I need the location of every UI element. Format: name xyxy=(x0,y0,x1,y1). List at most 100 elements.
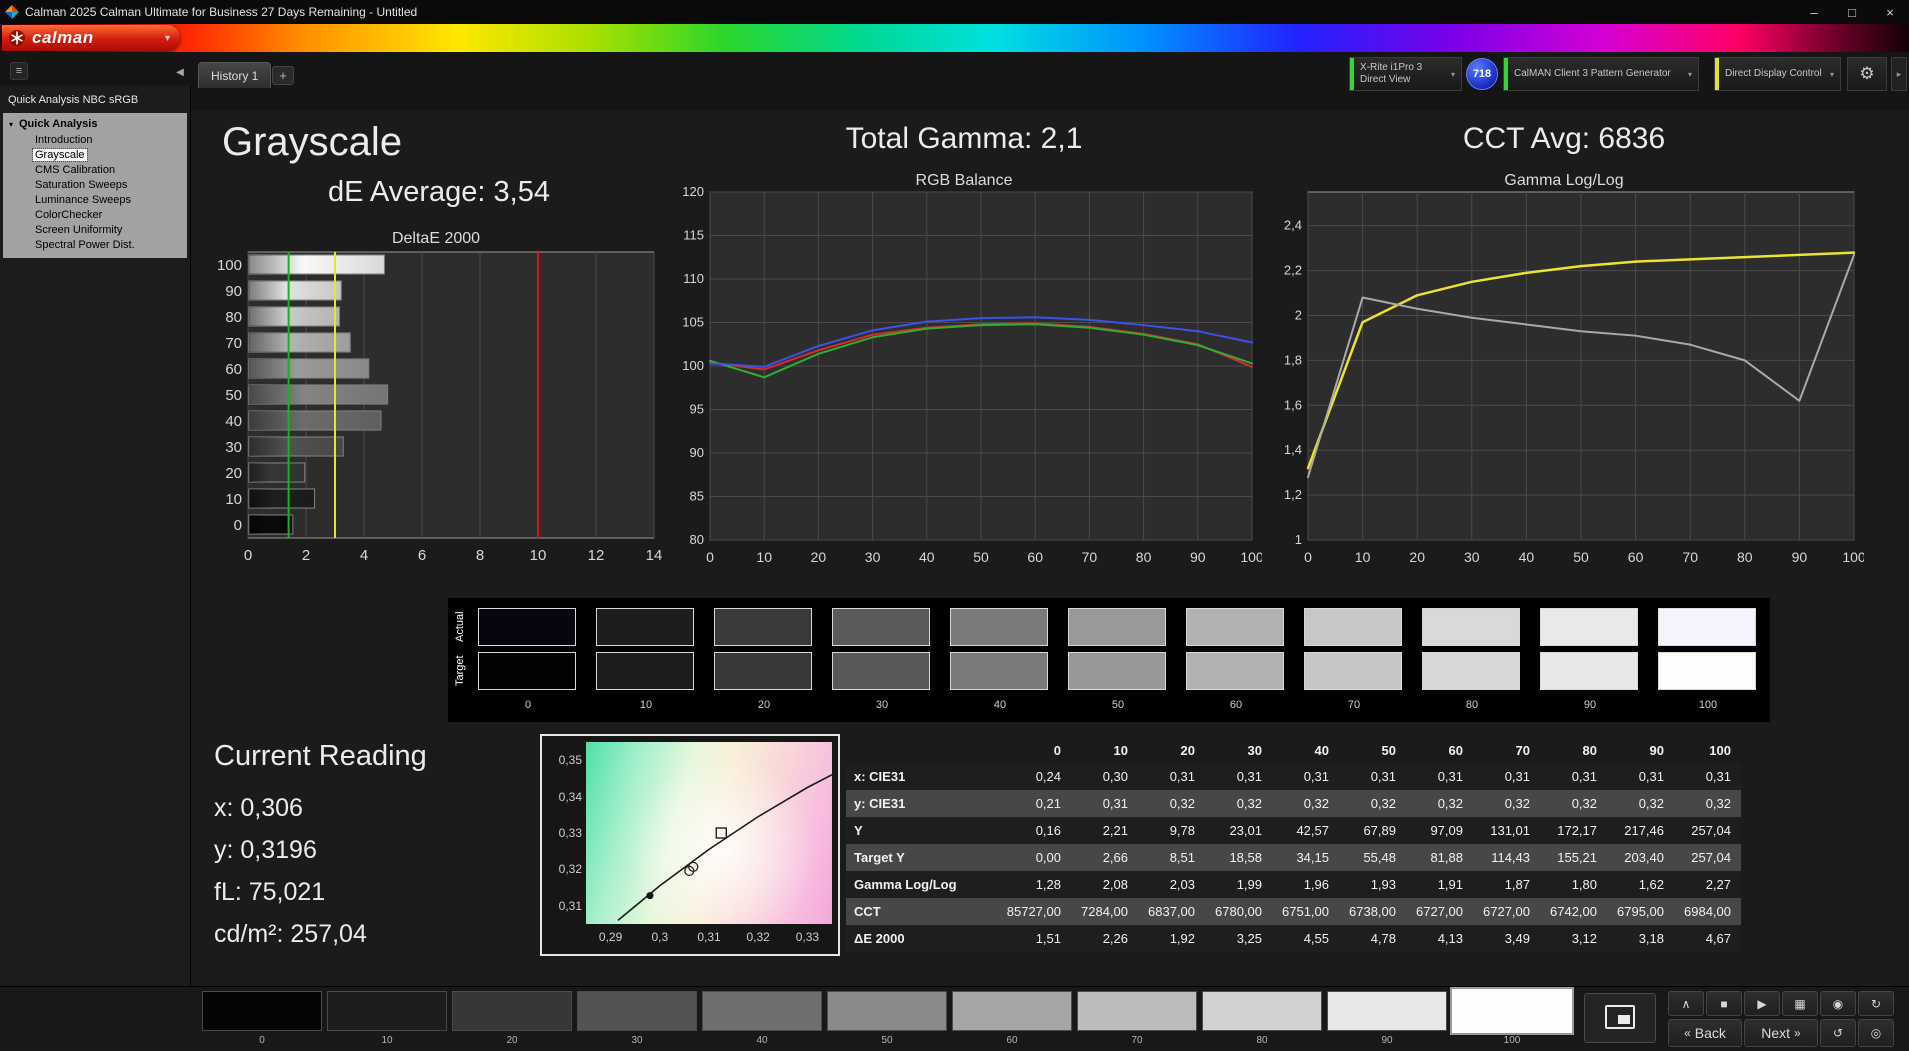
table-cell: 2,27 xyxy=(1705,877,1731,892)
back-arrows-icon: « xyxy=(1684,1026,1691,1040)
sidebar-root-quick-analysis[interactable]: ▾ Quick Analysis xyxy=(3,116,187,133)
table-row-x-cie31: x: CIE31 0,24 0,30 0,31 0,31 0,31 0,31 0,31 0,31… xyxy=(846,763,1741,790)
tab-history-1[interactable]: History 1 xyxy=(198,62,272,88)
patch-button-40[interactable]: 40 xyxy=(701,987,825,1049)
row-label: x: CIE31 xyxy=(854,769,906,784)
current-reading-panel: Current Reading x: 0,306 y: 0,3196 fL: 7… xyxy=(214,740,427,955)
chevron-down-icon: ▾ xyxy=(1829,69,1834,79)
svg-text:90: 90 xyxy=(225,283,242,300)
svg-text:80: 80 xyxy=(225,309,242,326)
play-icon[interactable]: ▶ xyxy=(1744,991,1780,1016)
svg-text:80: 80 xyxy=(1737,549,1753,565)
panel-more-button[interactable]: ▸ xyxy=(1891,57,1907,91)
maximize-button[interactable]: □ xyxy=(1833,0,1871,24)
gamma-loglog-chart: 2,4 2,2 2 1,8 1,6 1,4 1,2 10 10 20 30 40 50 60 70 80 90 1… xyxy=(1284,191,1864,565)
patch-button-0[interactable]: 0 xyxy=(201,987,325,1049)
sidebar-item-screen-uniformity[interactable]: Screen Uniformity xyxy=(3,223,187,238)
record-icon[interactable]: ◉ xyxy=(1820,991,1856,1016)
menu-icon[interactable]: ≡ xyxy=(10,62,28,80)
pattern-window-button[interactable] xyxy=(1584,993,1656,1043)
pattern-generator-selector[interactable]: CalMAN Client 3 Pattern Generator ▾ xyxy=(1503,57,1699,91)
sidebar-item-cms-calibration[interactable]: CMS Calibration xyxy=(3,163,187,178)
svg-text:110: 110 xyxy=(683,271,704,286)
sidebar-collapse-button[interactable]: ◀ xyxy=(172,64,188,80)
svg-text:100: 100 xyxy=(217,257,242,274)
refresh-icon[interactable]: ↻ xyxy=(1858,991,1894,1016)
table-header-20: 20 xyxy=(1180,742,1195,758)
patch-label: 40 xyxy=(756,1035,768,1046)
save-icon[interactable]: ▦ xyxy=(1782,991,1818,1016)
sidebar-item-luminance-sweeps[interactable]: Luminance Sweeps xyxy=(3,193,187,208)
cie-plot-area xyxy=(586,742,832,924)
patch-button-90[interactable]: 90 xyxy=(1326,987,1450,1049)
patch-chip xyxy=(1327,991,1447,1031)
svg-text:70: 70 xyxy=(1682,549,1698,565)
patch-label: 100 xyxy=(1503,1035,1521,1046)
target-swatch-100 xyxy=(1658,652,1756,690)
chevron-down-icon: ▾ xyxy=(1450,69,1455,79)
patch-button-50[interactable]: 50 xyxy=(826,987,950,1049)
chevron-up-icon[interactable]: ∧ xyxy=(1668,991,1704,1016)
swatch-column-label-60: 60 xyxy=(1229,699,1243,711)
patch-button-10[interactable]: 10 xyxy=(326,987,450,1049)
svg-text:12: 12 xyxy=(588,547,605,564)
add-tab-button[interactable]: + xyxy=(272,66,294,85)
table-cell: 0,31 xyxy=(1504,769,1530,784)
sidebar-item-introduction[interactable]: Introduction xyxy=(3,133,187,148)
table-cell: 0,32 xyxy=(1370,796,1396,811)
sidebar-item-grayscale[interactable]: Grayscale xyxy=(3,148,187,163)
patch-button-30[interactable]: 30 xyxy=(576,987,700,1049)
patch-chip xyxy=(952,991,1072,1031)
sidebar-item-spectral-power-dist[interactable]: Spectral Power Dist. xyxy=(3,238,187,253)
sidebar-item-saturation-sweeps[interactable]: Saturation Sweeps xyxy=(3,178,187,193)
grayscale-swatch-strip: Actual Target 0 10 20 30 40 50 60 70 80 90 100 xyxy=(448,598,1770,722)
meter-mode: Direct View xyxy=(1360,74,1411,85)
patch-button-20[interactable]: 20 xyxy=(451,987,575,1049)
patch-label: 20 xyxy=(506,1035,518,1046)
table-cell: 6727,00 xyxy=(1483,904,1530,919)
svg-text:1,2: 1,2 xyxy=(1284,487,1302,502)
swatch-column-label-30: 30 xyxy=(875,699,889,711)
meter-count-badge[interactable]: 718 xyxy=(1466,58,1498,90)
meter-selector[interactable]: X-Rite i1Pro 3 Direct View ▾ xyxy=(1349,57,1462,91)
patch-button-100[interactable]: 100 xyxy=(1451,987,1575,1049)
minimize-button[interactable]: – xyxy=(1795,0,1833,24)
table-row-y: Y 0,16 2,21 9,78 23,01 42,57 67,89 97,09 131,01 1… xyxy=(846,817,1741,844)
actual-swatch-90 xyxy=(1540,608,1638,646)
display-control-selector[interactable]: Direct Display Control ▾ xyxy=(1714,57,1841,91)
table-cell: 0,21 xyxy=(1035,796,1061,811)
svg-text:2: 2 xyxy=(1295,307,1302,322)
table-cell: 0,31 xyxy=(1303,769,1329,784)
swatch-column-label-90: 90 xyxy=(1583,699,1597,711)
next-button[interactable]: Next » xyxy=(1744,1019,1818,1047)
table-cell: 0,32 xyxy=(1437,796,1463,811)
table-cell: 1,96 xyxy=(1303,877,1329,892)
table-cell: 257,04 xyxy=(1691,823,1731,838)
close-button[interactable]: × xyxy=(1871,0,1909,24)
table-cell: 0,24 xyxy=(1035,769,1061,784)
power-icon[interactable]: ◎ xyxy=(1858,1019,1894,1047)
table-cell: 6751,00 xyxy=(1282,904,1329,919)
table-cell: 18,58 xyxy=(1229,850,1262,865)
table-cell: 0,32 xyxy=(1169,796,1195,811)
patch-button-60[interactable]: 60 xyxy=(951,987,1075,1049)
patch-button-80[interactable]: 80 xyxy=(1201,987,1325,1049)
table-cell: 172,17 xyxy=(1557,823,1597,838)
back-button[interactable]: « Back xyxy=(1668,1019,1742,1047)
page-title: Grayscale xyxy=(222,120,403,164)
calman-menu-button[interactable]: calman ▾ xyxy=(2,25,180,51)
sidebar-item-colorchecker[interactable]: ColorChecker xyxy=(3,208,187,223)
svg-text:85: 85 xyxy=(690,489,704,504)
patch-button-70[interactable]: 70 xyxy=(1076,987,1200,1049)
sync-icon[interactable]: ↺ xyxy=(1820,1019,1856,1047)
workflow-title: Quick Analysis NBC sRGB xyxy=(8,94,139,106)
svg-text:14: 14 xyxy=(646,547,662,564)
svg-text:70: 70 xyxy=(1082,549,1098,565)
patch-chip xyxy=(452,991,572,1031)
svg-text:70: 70 xyxy=(225,335,242,352)
table-cell: 8,51 xyxy=(1169,850,1195,865)
gear-icon[interactable]: ⚙ xyxy=(1847,57,1887,91)
stop-icon[interactable]: ■ xyxy=(1706,991,1742,1016)
table-cell: 257,04 xyxy=(1691,850,1731,865)
table-cell: 0,30 xyxy=(1102,769,1128,784)
